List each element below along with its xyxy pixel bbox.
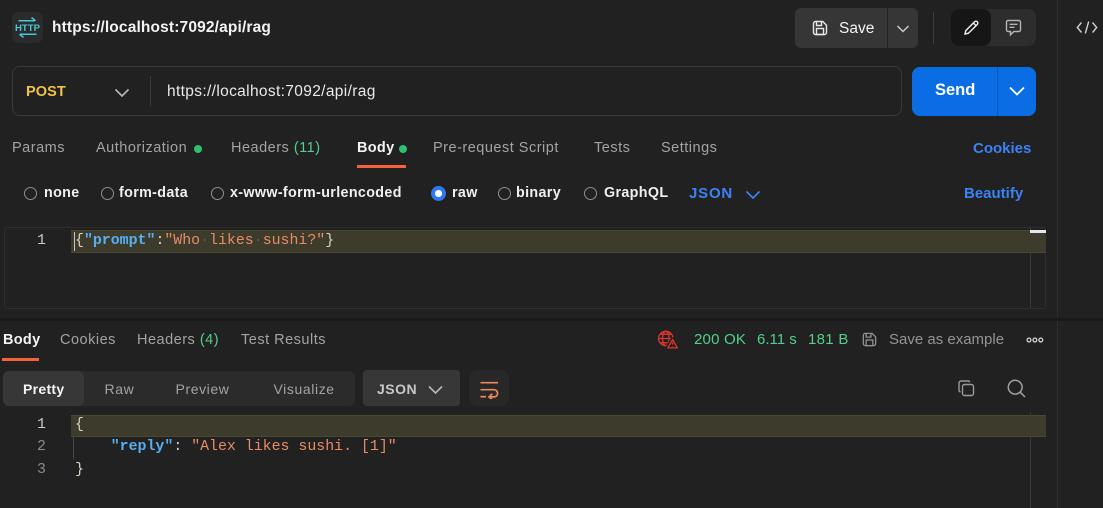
svg-text:HTTP: HTTP [15,23,41,34]
